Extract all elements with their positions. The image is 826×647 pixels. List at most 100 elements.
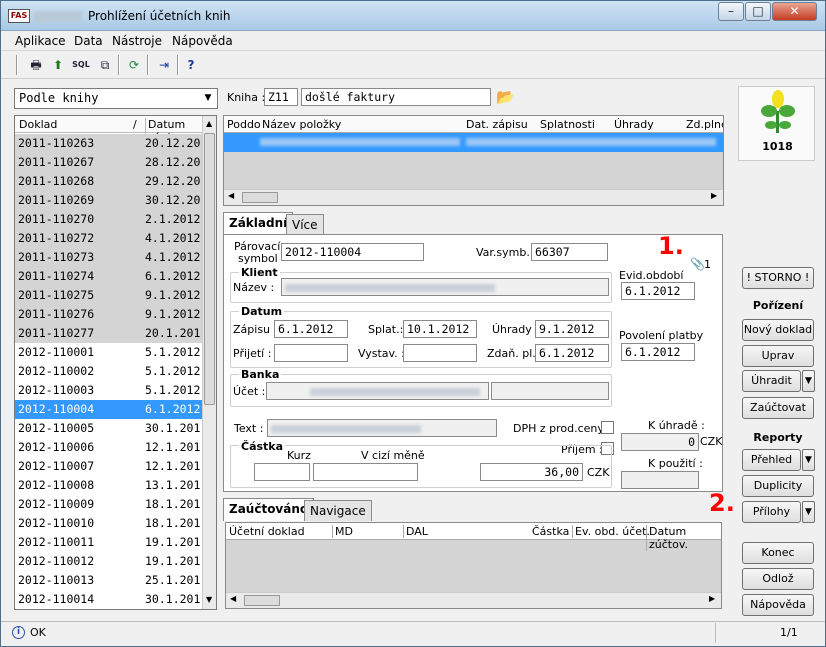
close-button[interactable]: ✕ — [772, 2, 817, 21]
uprav-button[interactable]: Uprav — [742, 345, 814, 367]
storno-button[interactable]: ! STORNO ! — [742, 267, 814, 289]
cizi-mena-field[interactable] — [313, 463, 418, 481]
novy-doklad-button[interactable]: Nový doklad — [742, 319, 814, 341]
zdan-field[interactable]: 6.1.2012 — [535, 344, 609, 362]
menu-nastroje[interactable]: Nástroje — [112, 34, 162, 48]
list-item[interactable]: 2011-110270 2.1.2012 — [15, 210, 203, 229]
list-item[interactable]: 2012-110002 5.1.2012 — [15, 362, 203, 381]
scroll-left-icon[interactable]: ◀ — [228, 191, 234, 200]
list-item[interactable]: 2011-110275 9.1.2012 — [15, 286, 203, 305]
tab-vice[interactable]: Více — [286, 214, 324, 235]
scroll-right-icon[interactable]: ▶ — [711, 191, 717, 200]
uhradit-dropdown-icon[interactable]: ▼ — [802, 370, 815, 392]
posting-grid[interactable]: Účetní doklad MD DAL Částka Ev. obd. úče… — [225, 522, 722, 609]
scroll-down-icon[interactable]: ▼ — [206, 595, 212, 604]
list-item[interactable]: 2012-110011 19.1.201 — [15, 533, 203, 552]
items-grid[interactable]: Poddo Název položky Dat. zápisu Splatnos… — [223, 115, 724, 206]
help-icon[interactable]: ? — [181, 55, 201, 75]
print-icon[interactable]: 🖶 — [26, 55, 46, 75]
list-item-datum: 5.1.2012 — [145, 345, 201, 359]
minimize-button[interactable]: – — [718, 2, 744, 21]
list-item[interactable]: 2011-110272 4.1.2012 — [15, 229, 203, 248]
list-item[interactable]: 2012-110005 30.1.201 — [15, 419, 203, 438]
text-field[interactable] — [267, 419, 497, 437]
duplicity-button[interactable]: Duplicity — [742, 475, 814, 497]
parovaci-field[interactable]: 2012-110004 — [281, 243, 424, 261]
list-item[interactable]: 2011-110273 4.1.2012 — [15, 248, 203, 267]
list-item[interactable]: 2012-110008 13.1.201 — [15, 476, 203, 495]
list-item[interactable]: 2011-110269 30.12.20 — [15, 191, 203, 210]
castka-field[interactable]: 36,00 — [480, 463, 583, 481]
list-item[interactable]: 2011-110268 29.12.20 — [15, 172, 203, 191]
tab-zauctovano[interactable]: Zaúčtováno — [223, 498, 315, 521]
ucet-bank-field[interactable] — [491, 382, 609, 400]
list-item[interactable]: 2011-110276 9.1.2012 — [15, 305, 203, 324]
view-mode-select[interactable]: Podle knihy ▼ — [14, 88, 218, 109]
konec-button[interactable]: Konec — [742, 542, 814, 564]
uhradit-button[interactable]: Úhradit — [742, 370, 801, 392]
maximize-button[interactable]: □ — [745, 2, 771, 21]
dph-checkbox[interactable] — [601, 421, 614, 434]
scroll-thumb[interactable] — [242, 192, 278, 203]
list-item[interactable]: 2012-110007 12.1.201 — [15, 457, 203, 476]
odloz-button[interactable]: Odlož — [742, 568, 814, 590]
posting-hscroll[interactable]: ◀ ▶ — [226, 592, 721, 608]
list-item[interactable]: 2012-110009 18.1.201 — [15, 495, 203, 514]
scroll-thumb[interactable] — [244, 595, 280, 606]
tab-zakladni[interactable]: Základní — [223, 212, 294, 235]
zauctovat-button[interactable]: Zaúčtovat — [742, 397, 814, 419]
list-item[interactable]: 2012-110010 18.1.201 — [15, 514, 203, 533]
list-item[interactable]: 2011-110263 20.12.20 — [15, 134, 203, 153]
kurz-field[interactable] — [254, 463, 310, 481]
sql-icon[interactable]: SQL — [71, 55, 91, 75]
exit-door-icon[interactable]: ⇥ — [154, 55, 174, 75]
items-hscroll[interactable]: ◀ ▶ — [224, 189, 723, 205]
list-item[interactable]: 2012-110012 19.1.201 — [15, 552, 203, 571]
tab-navigace[interactable]: Navigace — [304, 500, 372, 521]
document-list[interactable]: Doklad / Datum zápi 2011-11026320.12.202… — [14, 115, 217, 610]
menu-aplikace[interactable]: Aplikace — [15, 34, 66, 48]
ucet-field[interactable] — [266, 382, 489, 400]
menu-data[interactable]: Data — [74, 34, 103, 48]
scroll-right-icon[interactable]: ▶ — [709, 594, 715, 603]
col-ev-obd: Ev. obd. účet. — [572, 525, 650, 538]
napoveda-button[interactable]: Nápověda — [742, 594, 814, 616]
evid-field[interactable]: 6.1.2012 — [621, 282, 695, 300]
menu-napoveda[interactable]: Nápověda — [172, 34, 233, 48]
nazev-field[interactable] — [281, 278, 609, 296]
list-item[interactable]: 2012-110001 5.1.2012 — [15, 343, 203, 362]
prehled-dropdown-icon[interactable]: ▼ — [802, 449, 815, 471]
prijeti-field[interactable] — [274, 344, 348, 362]
prehled-button[interactable]: Přehled — [742, 449, 801, 471]
list-item[interactable]: 2012-110003 5.1.2012 — [15, 381, 203, 400]
scroll-left-icon[interactable]: ◀ — [230, 594, 236, 603]
list-item[interactable]: 2011-110277 20.1.201 — [15, 324, 203, 343]
table-row[interactable] — [224, 133, 723, 152]
vystav-field[interactable] — [403, 344, 477, 362]
kniha-code-field[interactable]: Z11 — [264, 88, 298, 106]
list-item[interactable]: 2011-110274 6.1.2012 — [15, 267, 203, 286]
col-doklad[interactable]: Doklad — [19, 118, 57, 131]
list-item[interactable]: 2012-110013 25.1.201 — [15, 571, 203, 590]
refresh-icon[interactable]: ⟳ — [124, 55, 144, 75]
list-scrollbar[interactable]: ▲ ▼ — [202, 116, 216, 609]
uhrady-field[interactable]: 9.1.2012 — [535, 320, 609, 338]
list-item[interactable]: 2012-110006 12.1.201 — [15, 438, 203, 457]
toolbar: 🖶 ⬆ SQL ⧉ ⟳ ⇥ ? — [1, 51, 825, 79]
scroll-thumb[interactable] — [204, 133, 215, 405]
splat-field[interactable]: 10.1.2012 — [403, 320, 477, 338]
copy-icon[interactable]: ⧉ — [95, 55, 115, 75]
zapisu-field[interactable]: 6.1.2012 — [274, 320, 348, 338]
kniha-name-field[interactable]: došlé faktury — [301, 88, 491, 106]
prilohy-dropdown-icon[interactable]: ▼ — [802, 501, 815, 523]
list-item[interactable]: 2011-110267 28.12.20 — [15, 153, 203, 172]
povoleni-field[interactable]: 6.1.2012 — [621, 343, 695, 361]
varsymb-field[interactable]: 66307 — [531, 243, 608, 261]
list-item[interactable]: 2012-110014 30.1.201 — [15, 590, 203, 609]
paperclip-icon[interactable]: 📎 — [690, 257, 705, 271]
export-icon[interactable]: ⬆ — [48, 55, 68, 75]
open-folder-icon[interactable]: 📂 — [496, 88, 515, 106]
scroll-up-icon[interactable]: ▲ — [206, 119, 212, 128]
prilohy-button[interactable]: Přílohy — [742, 501, 801, 523]
list-item[interactable]: 2012-110004 6.1.2012 — [15, 400, 203, 419]
